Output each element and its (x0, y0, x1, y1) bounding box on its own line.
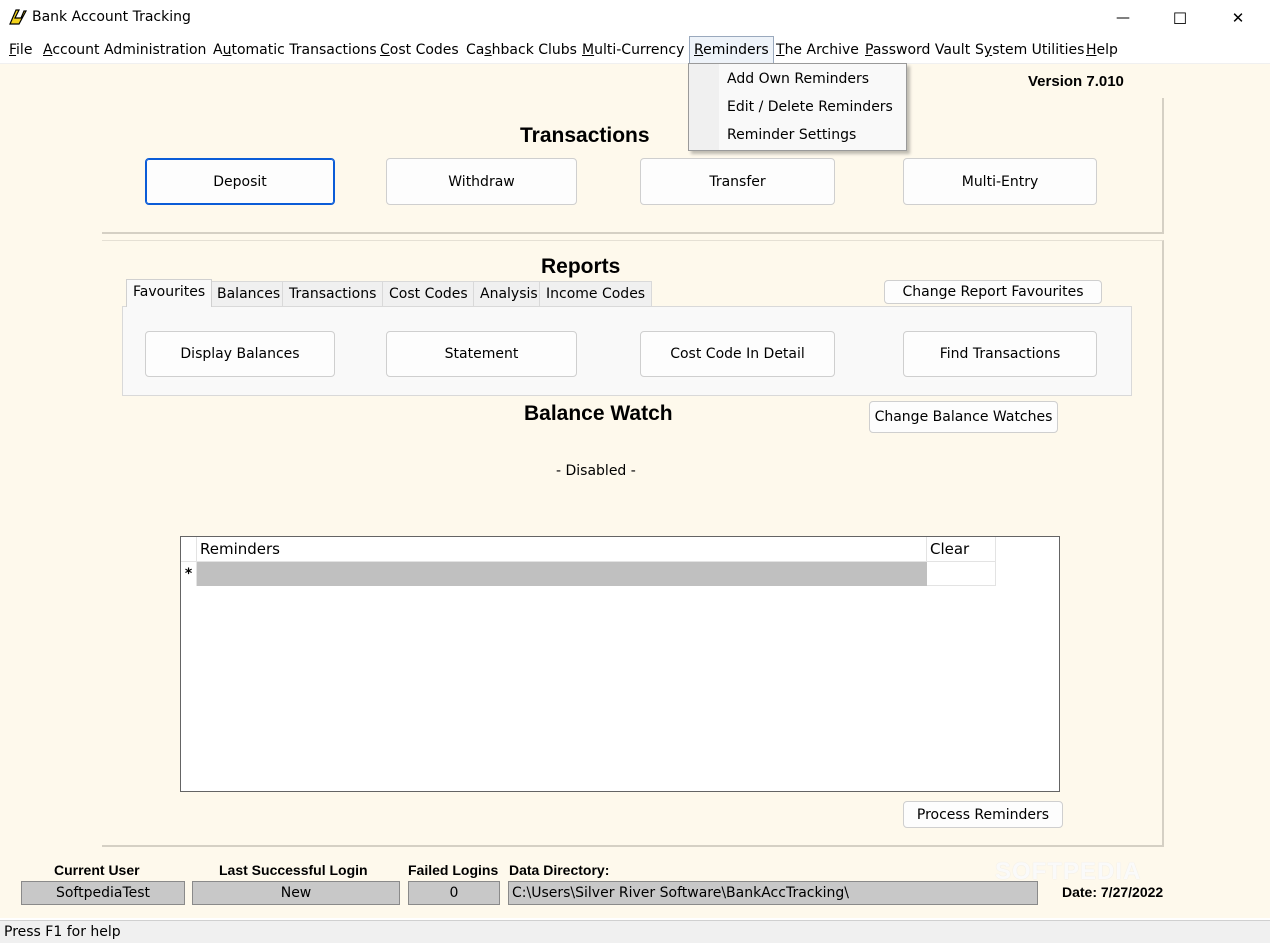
last-login-label: Last Successful Login (219, 862, 368, 878)
softpedia-watermark: SOFTPEDIA (995, 858, 1142, 885)
balance-watch-title: Balance Watch (524, 402, 673, 425)
menu-password-vault[interactable]: Password Vault (861, 36, 974, 64)
menu-icon-gutter (689, 64, 719, 150)
menu-add-own-reminders[interactable]: Add Own Reminders (727, 65, 869, 93)
grid-header-reminders[interactable]: Reminders (197, 537, 927, 562)
tab-income-codes[interactable]: Income Codes (539, 281, 653, 307)
menu-reminders[interactable]: Reminders (689, 36, 774, 64)
reminders-dropdown-menu: Add Own Reminders Edit / Delete Reminder… (688, 63, 907, 151)
grid-cell-reminder-new[interactable] (197, 562, 927, 586)
window-title: Bank Account Tracking (32, 9, 191, 25)
menu-multi-currency[interactable]: Multi-Currency (578, 36, 688, 64)
menu-automatic-transactions[interactable]: Automatic Transactions (209, 36, 381, 64)
failed-logins-field: 0 (408, 881, 500, 905)
minimize-button[interactable]: — (1095, 0, 1151, 36)
menu-edit-delete-reminders[interactable]: Edit / Delete Reminders (727, 93, 893, 121)
tab-favourites[interactable]: Favourites (126, 279, 213, 307)
status-bar: Press F1 for help (0, 920, 1270, 943)
process-reminders-button[interactable]: Process Reminders (903, 801, 1063, 828)
statement-button[interactable]: Statement (386, 331, 577, 377)
menu-cashback-clubs[interactable]: Cashback Clubs (462, 36, 581, 64)
tab-analysis[interactable]: Analysis (473, 281, 545, 307)
tab-transactions[interactable]: Transactions (282, 281, 384, 307)
current-user-label: Current User (54, 862, 140, 878)
find-transactions-button[interactable]: Find Transactions (903, 331, 1097, 377)
grid-corner (181, 537, 197, 562)
transactions-title: Transactions (520, 124, 650, 147)
tab-cost-codes[interactable]: Cost Codes (382, 281, 475, 307)
app-logo-icon (9, 9, 27, 25)
display-balances-button[interactable]: Display Balances (145, 331, 335, 377)
menu-the-archive[interactable]: The Archive (772, 36, 863, 64)
multi-entry-button[interactable]: Multi-Entry (903, 158, 1097, 205)
minimize-icon: — (1116, 10, 1130, 26)
change-report-favourites-button[interactable]: Change Report Favourites (884, 280, 1102, 304)
deposit-button[interactable]: Deposit (145, 158, 335, 205)
balance-watch-status: - Disabled - (556, 463, 636, 479)
current-user-field: SoftpediaTest (21, 881, 185, 905)
cost-code-in-detail-button[interactable]: Cost Code In Detail (640, 331, 835, 377)
close-button[interactable]: ✕ (1210, 0, 1266, 36)
close-icon: ✕ (1231, 9, 1245, 27)
tab-balances[interactable]: Balances (210, 281, 288, 307)
version-label: Version 7.010 (1028, 73, 1124, 90)
maximize-button[interactable]: ☐ (1152, 0, 1208, 36)
menu-reminder-settings[interactable]: Reminder Settings (727, 121, 856, 149)
date-label: Date: 7/27/2022 (1062, 884, 1164, 900)
reports-title: Reports (541, 255, 621, 278)
menu-system-utilities[interactable]: System Utilities (971, 36, 1088, 64)
menu-file[interactable]: File (5, 36, 36, 64)
menu-bar: File Account Administration Automatic Tr… (0, 36, 1270, 64)
grid-new-row-marker: * (181, 562, 197, 586)
data-directory-field: C:\Users\Silver River Software\BankAccTr… (508, 881, 1038, 905)
maximize-icon: ☐ (1172, 8, 1188, 28)
failed-logins-label: Failed Logins (408, 862, 499, 878)
grid-cell-clear-new[interactable] (927, 562, 996, 586)
change-balance-watches-button[interactable]: Change Balance Watches (869, 401, 1058, 433)
grid-header-clear[interactable]: Clear (927, 537, 996, 562)
data-directory-label: Data Directory: (509, 862, 610, 878)
transfer-button[interactable]: Transfer (640, 158, 835, 205)
menu-cost-codes[interactable]: Cost Codes (376, 36, 463, 64)
last-login-field: New (192, 881, 400, 905)
menu-account-administration[interactable]: Account Administration (39, 36, 210, 64)
menu-help[interactable]: Help (1082, 36, 1122, 64)
withdraw-button[interactable]: Withdraw (386, 158, 577, 205)
reminders-grid[interactable]: Reminders Clear * (180, 536, 1060, 792)
title-bar[interactable]: Bank Account Tracking — ☐ ✕ (0, 0, 1270, 36)
